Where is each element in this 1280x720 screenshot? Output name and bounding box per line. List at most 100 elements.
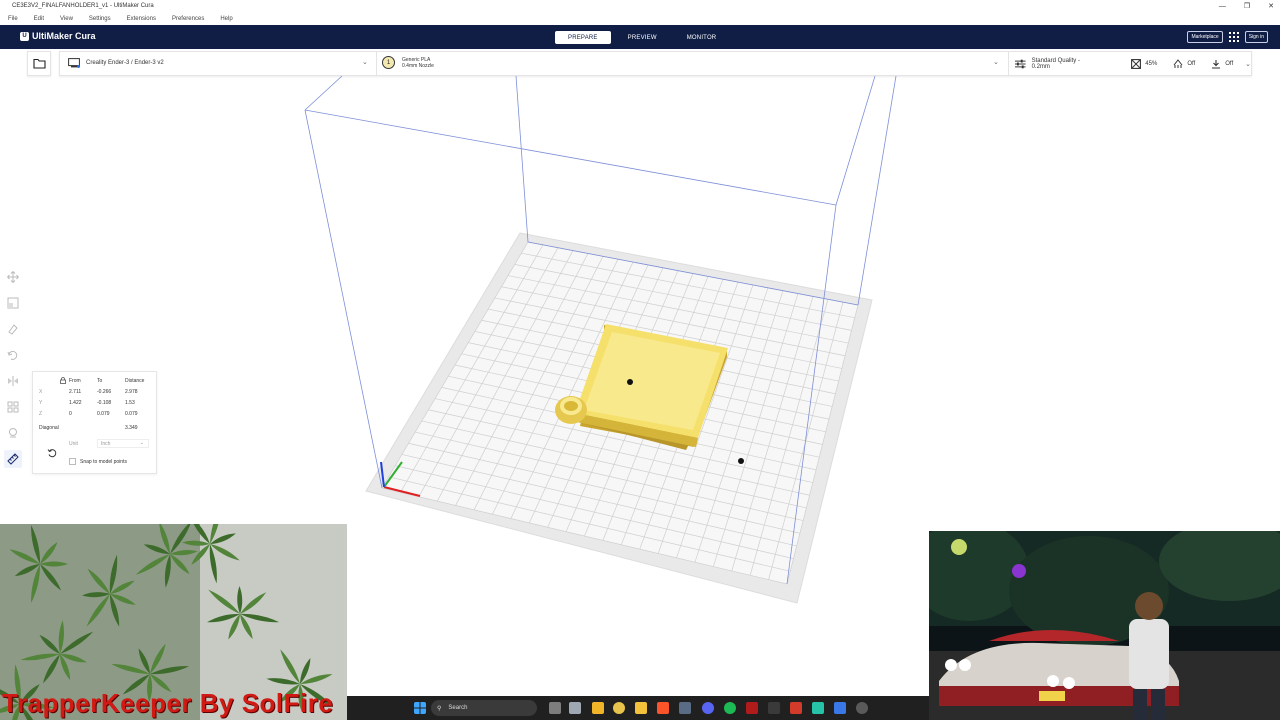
support-blocker-tool[interactable] — [4, 424, 22, 442]
menu-view[interactable]: View — [58, 16, 79, 22]
close-button[interactable]: ✕ — [1268, 2, 1274, 10]
search-icon: ⚲ — [437, 705, 442, 712]
apps-grid-icon[interactable] — [1228, 32, 1239, 42]
adhesion-setting: Off — [1211, 59, 1233, 69]
game-overlay-right — [929, 531, 1280, 720]
y-distance-value: 1.53 — [125, 400, 135, 406]
unit-dropdown[interactable]: Inch ⌄ — [97, 439, 149, 448]
measure-point-from[interactable] — [627, 379, 633, 385]
y-from-value: 1.422 — [69, 400, 82, 406]
x-distance-value: 2.978 — [125, 389, 138, 395]
tab-monitor[interactable]: MONITOR — [674, 31, 730, 44]
rotate-tool[interactable] — [4, 320, 22, 338]
diagonal-value: 3.349 — [125, 425, 138, 431]
undo-tool[interactable] — [4, 346, 22, 364]
tab-preview[interactable]: PREVIEW — [615, 31, 670, 44]
rotate-icon — [8, 324, 18, 335]
per-model-settings-tool[interactable] — [4, 398, 22, 416]
z-to-value: 0.079 — [97, 411, 110, 417]
steam-icon[interactable] — [679, 702, 691, 714]
axis-x-label: X — [39, 389, 43, 395]
ultimaker-logo-icon: U — [20, 31, 29, 41]
print-settings-selector[interactable]: Standard Quality - 0.2mm 45% Off Off ⌄ — [1015, 58, 1251, 70]
folder-icon — [32, 58, 46, 69]
snap-checkbox[interactable] — [69, 458, 76, 465]
tools-app-icon[interactable] — [592, 702, 604, 714]
app-green-icon[interactable] — [812, 702, 824, 714]
search-label: Search — [448, 705, 468, 711]
scale-tool[interactable] — [4, 294, 22, 312]
windows-start-icon[interactable] — [414, 702, 426, 714]
app-name: UltiMaker Cura — [32, 31, 96, 41]
material-selector[interactable]: 1 Generic PLA 0.4mm Nozzle — [382, 56, 434, 69]
widgets-icon[interactable] — [569, 702, 581, 714]
menu-edit[interactable]: Edit — [32, 16, 50, 22]
toolbar-divider — [376, 52, 377, 75]
app-circle-icon[interactable] — [856, 702, 868, 714]
file-explorer-icon[interactable] — [635, 702, 647, 714]
menu-help[interactable]: Help — [218, 16, 238, 22]
minimize-button[interactable]: — — [1219, 3, 1226, 10]
app-logo: U UltiMaker Cura — [20, 31, 96, 41]
unit-label: Unit — [69, 441, 78, 447]
maximize-button[interactable]: ❐ — [1244, 2, 1250, 10]
measure-point-to[interactable] — [738, 458, 744, 464]
taskbar: ⚲ Search — [347, 696, 929, 720]
sliders-icon — [1015, 59, 1026, 69]
x-from-value: 2.711 — [69, 389, 82, 395]
printer-icon — [68, 58, 80, 68]
machine-name: Creality Ender-3 / Ender-3 v2 — [86, 60, 164, 66]
taskbar-search[interactable]: ⚲ Search — [431, 700, 537, 716]
brave-beta-icon[interactable] — [790, 702, 802, 714]
move-tool[interactable] — [4, 268, 22, 286]
marketplace-button[interactable]: Marketplace — [1187, 31, 1223, 43]
machine-chevron-down-icon[interactable]: ⌄ — [362, 58, 368, 66]
discord-icon[interactable] — [702, 702, 714, 714]
chrome-icon[interactable] — [613, 702, 625, 714]
scale-icon — [7, 297, 19, 309]
app-icon[interactable] — [768, 702, 780, 714]
window-title: CE3E3V2_FINALFANHOLDER1_v1 - UltiMaker C… — [12, 3, 154, 9]
z-from-value: 0 — [69, 411, 72, 417]
open-file-button[interactable] — [27, 51, 51, 76]
menu-extensions[interactable]: Extensions — [125, 16, 162, 22]
menu-preferences[interactable]: Preferences — [170, 16, 210, 22]
support-setting: Off — [1173, 59, 1195, 69]
tab-prepare[interactable]: PREPARE — [555, 31, 611, 44]
print-setup-toolbar: Creality Ender-3 / Ender-3 v2 ⌄ 1 Generi… — [59, 51, 1252, 76]
per-model-settings-icon — [7, 401, 19, 413]
settings-chevron-down-icon[interactable]: ⌄ — [1245, 60, 1251, 68]
menu-bar: File Edit View Settings Extensions Prefe… — [0, 12, 1280, 25]
obs-icon[interactable] — [746, 702, 758, 714]
nozzle-size: 0.4mm Nozzle — [402, 62, 434, 69]
title-bar: CE3E3V2_FINALFANHOLDER1_v1 - UltiMaker C… — [0, 0, 1280, 12]
lock-icon[interactable] — [60, 377, 66, 384]
adhesion-icon — [1212, 60, 1221, 69]
header-to: To — [97, 378, 103, 384]
menu-file[interactable]: File — [6, 16, 24, 22]
spotify-icon[interactable] — [724, 702, 736, 714]
mirror-tool[interactable] — [4, 372, 22, 390]
undo-icon — [7, 350, 18, 360]
cura-icon[interactable] — [834, 702, 846, 714]
unit-value: Inch — [101, 441, 111, 447]
snap-label: Snap to model points — [80, 459, 127, 465]
task-view-icon[interactable] — [549, 702, 561, 714]
mirror-icon — [8, 376, 18, 386]
reset-icon[interactable] — [47, 448, 57, 458]
move-icon — [7, 271, 19, 283]
infill-value: 45% — [1145, 61, 1158, 67]
brave-icon[interactable] — [657, 702, 669, 714]
machine-selector[interactable]: Creality Ender-3 / Ender-3 v2 — [68, 58, 164, 68]
signin-button[interactable]: Sign in — [1244, 31, 1268, 43]
z-distance-value: 0.079 — [125, 411, 138, 417]
measure-tool[interactable] — [4, 450, 22, 468]
support-blocker-icon — [9, 428, 17, 438]
material-chevron-down-icon[interactable]: ⌄ — [993, 58, 999, 66]
menu-settings[interactable]: Settings — [87, 16, 117, 22]
material-name: Generic PLA — [402, 56, 431, 63]
infill-setting: 45% — [1131, 59, 1157, 69]
measure-panel: From To Distance X 2.711 -0.266 2.978 Y … — [32, 371, 157, 474]
axis-z-label: Z — [39, 411, 43, 417]
stage-tabs: PREPARE PREVIEW MONITOR — [555, 31, 729, 44]
